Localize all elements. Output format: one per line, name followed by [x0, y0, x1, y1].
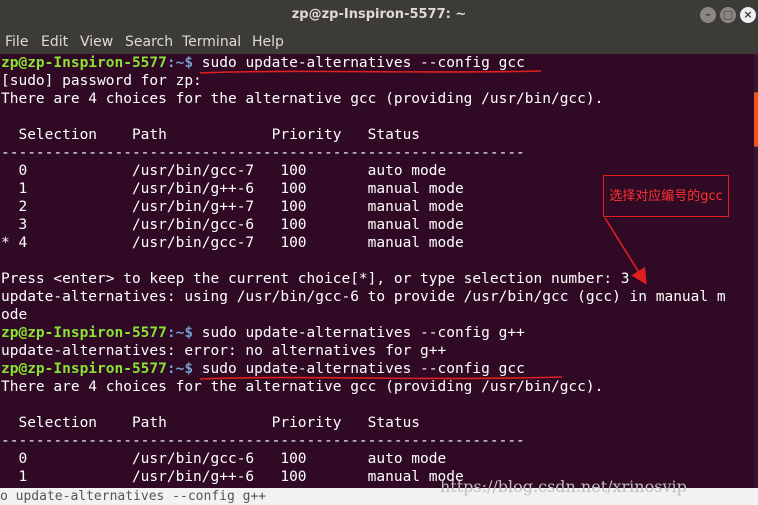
underline-2	[199, 376, 563, 380]
watermark: https://blog.csdn.net/xrinosvip	[440, 477, 687, 496]
annotation-arrow	[604, 217, 647, 285]
annotation-overlay	[199, 70, 647, 380]
underline-1	[199, 70, 542, 74]
